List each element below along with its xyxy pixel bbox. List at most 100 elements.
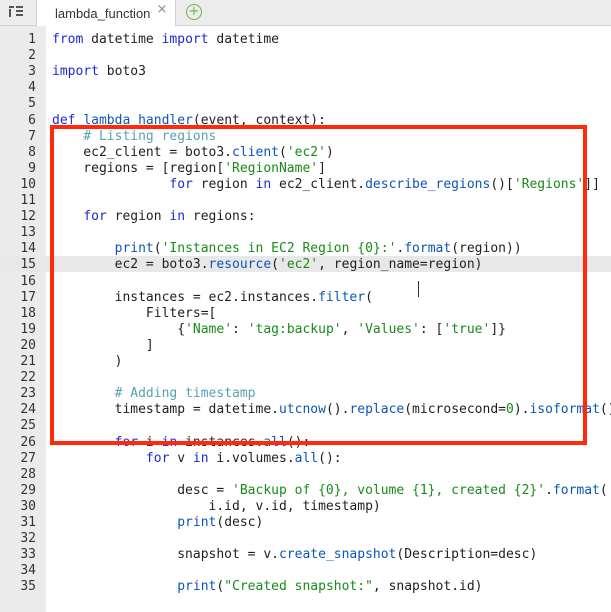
code-line[interactable]: 34	[0, 563, 611, 579]
code-text: regions = [region['RegionName']	[52, 161, 326, 177]
code-text: {'Name': 'tag:backup', 'Values': ['true'…	[52, 322, 506, 338]
code-line[interactable]: 1 from datetime import datetime	[0, 32, 611, 48]
code-line[interactable]: 6 def lambda_handler(event, context):	[0, 113, 611, 129]
code-text: def lambda_handler(event, context):	[52, 113, 326, 129]
code-token: (	[599, 482, 608, 498]
code-token: isoformat	[529, 402, 600, 418]
code-text: for i in instances.all():	[52, 435, 311, 451]
code-token: 'true'	[443, 321, 491, 337]
code-line[interactable]: 33 snapshot = v.create_snapshot(Descript…	[0, 547, 611, 563]
plus-circle-icon[interactable]: +	[186, 4, 202, 20]
code-line[interactable]: 14 print('Instances in EC2 Region {0}:'.…	[0, 241, 611, 257]
code-token: import	[161, 32, 209, 47]
code-line[interactable]: 9 regions = [region['RegionName']	[0, 161, 611, 177]
code-line[interactable]: 5	[0, 96, 611, 112]
line-number: 13	[20, 225, 36, 241]
code-line[interactable]: 24 timestamp = datetime.utcnow().replace…	[0, 402, 611, 418]
code-token: for	[169, 176, 193, 192]
code-token: print	[177, 579, 217, 595]
code-line[interactable]: 12 for region in regions:	[0, 209, 611, 225]
line-number: 12	[20, 209, 36, 225]
code-line[interactable]: 31 print(desc)	[0, 515, 611, 531]
line-number: 1	[28, 32, 36, 47]
code-token: )	[52, 354, 123, 369]
code-token: 'ec2'	[279, 257, 319, 273]
code-token: format	[404, 241, 452, 257]
code-line[interactable]: 20 ]	[0, 338, 611, 354]
code-line[interactable]: 4	[0, 80, 611, 96]
code-line[interactable]: 19 {'Name': 'tag:backup', 'Values': ['tr…	[0, 322, 611, 338]
code-token: format	[552, 482, 600, 498]
code-token: region	[192, 176, 256, 192]
code-token: instances = ec2.instances.	[52, 289, 319, 305]
code-line[interactable]: 28	[0, 467, 611, 483]
line-number: 14	[20, 241, 36, 257]
line-number: 11	[20, 193, 36, 208]
code-line[interactable]: 15 ec2 = boto3.resource('ec2', region_na…	[0, 257, 611, 273]
line-number: 31	[20, 515, 36, 530]
code-line[interactable]: 7 # Listing regions	[0, 129, 611, 145]
line-number: 25	[20, 418, 36, 434]
code-line[interactable]: 3 import boto3	[0, 64, 611, 80]
code-line[interactable]: 26 for i in instances.all():	[0, 435, 611, 451]
line-number: 23	[20, 386, 36, 402]
code-token: :	[232, 321, 248, 337]
code-line[interactable]: 35 print("Created snapshot:", snapshot.i…	[0, 579, 611, 595]
code-line[interactable]: 11	[0, 193, 611, 209]
code-token: utcnow	[278, 402, 326, 418]
code-line[interactable]: 32	[0, 531, 611, 547]
code-line[interactable]: 21 )	[0, 354, 611, 370]
code-token: v	[169, 450, 193, 466]
code-token: (Description=desc)	[396, 547, 538, 563]
code-token: desc =	[52, 482, 233, 498]
code-line[interactable]: 8 ec2_client = boto3.client('ec2')	[0, 145, 611, 161]
code-token: def	[52, 112, 76, 128]
code-line[interactable]: 10 for region in ec2_client.describe_reg…	[0, 177, 611, 193]
code-line[interactable]: 2	[0, 48, 611, 64]
code-token: in	[169, 209, 186, 225]
code-token: 'tag:backup'	[247, 321, 342, 337]
code-line[interactable]: 22	[0, 370, 611, 386]
line-number: 10	[20, 176, 36, 192]
code-editor[interactable]: 1 from datetime import datetime 2 3 import b…	[0, 26, 611, 612]
code-line[interactable]: 29 desc = 'Backup of {0}, volume {1}, cr…	[0, 483, 611, 499]
code-line[interactable]: 13	[0, 225, 611, 241]
close-icon[interactable]: ×	[155, 3, 169, 17]
code-token: 'Instances in EC2 Region {0}:'	[161, 241, 397, 257]
code-token: ]]	[584, 176, 600, 192]
code-token: in	[192, 450, 209, 466]
text-cursor	[418, 281, 419, 297]
code-token: snapshot = v.	[52, 547, 279, 563]
code-token: import	[52, 64, 99, 80]
code-line[interactable]: 27 for v in i.volumes.all():	[0, 451, 611, 467]
code-line[interactable]: 23 # Adding timestamp	[0, 386, 611, 402]
code-token: (region))	[451, 241, 522, 257]
code-token: .	[545, 482, 553, 498]
code-text: instances = ec2.instances.filter(	[52, 290, 373, 306]
line-number: 4	[28, 80, 36, 96]
code-line[interactable]: 18 Filters=[	[0, 306, 611, 322]
code-line[interactable]: 30 i.id, v.id, timestamp)	[0, 499, 611, 515]
file-menu-icon[interactable]	[6, 3, 26, 21]
code-token: ec2_client.	[271, 176, 366, 192]
code-text: ec2_client = boto3.client('ec2')	[52, 145, 333, 161]
code-text: for v in i.volumes.all():	[52, 451, 342, 467]
tab-lambda-function[interactable]: lambda_function ×	[36, 0, 176, 26]
code-text: for region in regions:	[52, 209, 255, 225]
code-token: , snapshot.id)	[372, 579, 483, 595]
code-token: datetime	[83, 32, 162, 47]
code-text: timestamp = datetime.utcnow().replace(mi…	[52, 402, 611, 418]
code-token: (	[365, 289, 373, 305]
line-number: 6	[28, 112, 36, 128]
code-line[interactable]: 16	[0, 274, 611, 290]
code-line[interactable]: 25	[0, 418, 611, 434]
line-number: 33	[20, 547, 36, 563]
code-token: from	[52, 32, 84, 47]
line-number: 17	[20, 289, 36, 305]
code-line[interactable]: 17 instances = ec2.instances.filter(	[0, 290, 611, 306]
